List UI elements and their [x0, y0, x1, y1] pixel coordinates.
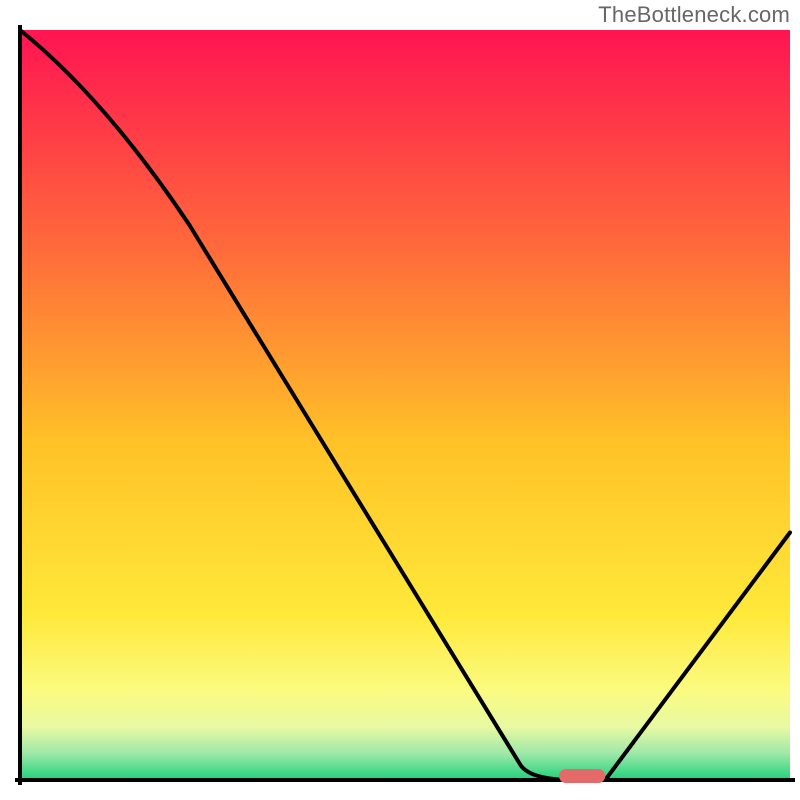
- optimal-marker: [559, 769, 605, 783]
- chart-frame: TheBottleneck.com: [0, 0, 800, 800]
- plot-background: [20, 30, 790, 780]
- watermark-text: TheBottleneck.com: [598, 2, 790, 28]
- bottleneck-chart: [0, 0, 800, 800]
